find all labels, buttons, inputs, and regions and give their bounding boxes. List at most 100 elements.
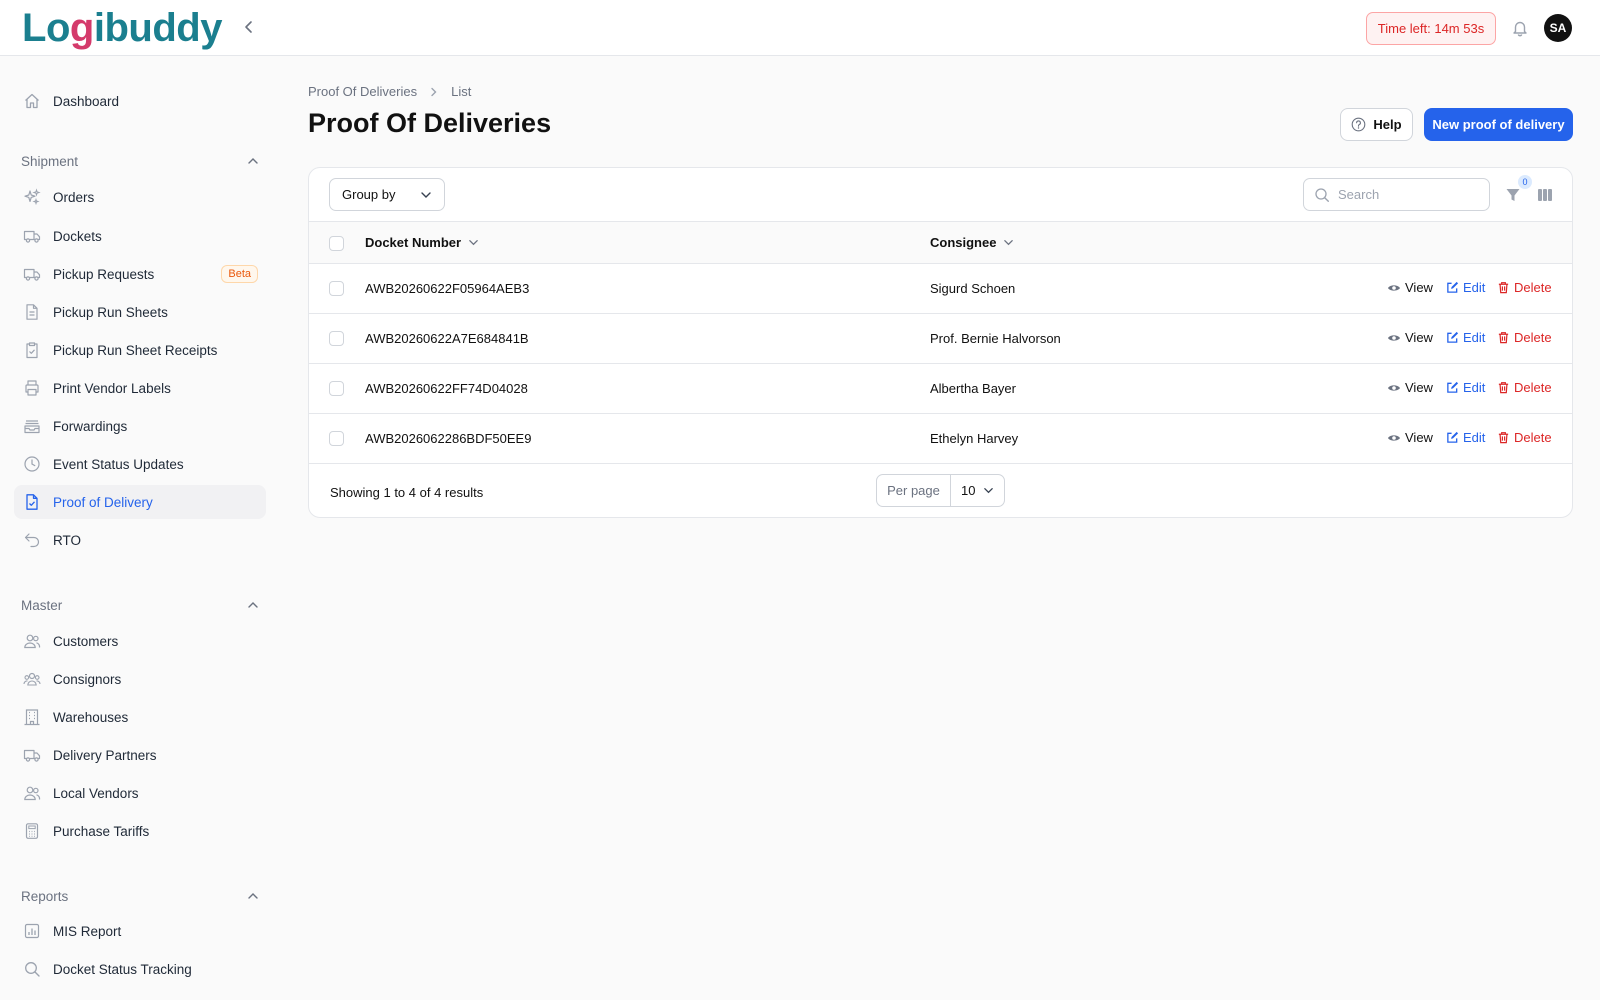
search-icon [1315, 187, 1329, 202]
help-label: Help [1373, 117, 1402, 132]
sidebar-item-label: Local Vendors [53, 785, 139, 801]
row-checkbox[interactable] [329, 331, 344, 346]
user-group-icon [22, 669, 42, 689]
sidebar-item-rto[interactable]: RTO [14, 523, 266, 557]
results-summary: Showing 1 to 4 of 4 results [330, 485, 484, 500]
view-button[interactable]: View [1387, 380, 1433, 395]
delete-button[interactable]: Delete [1497, 430, 1552, 445]
trash-icon [1497, 281, 1510, 294]
group-master[interactable]: Master [21, 594, 259, 616]
sidebar-item-delivery-partners[interactable]: Delivery Partners [14, 738, 266, 772]
select-all-checkbox[interactable] [329, 236, 344, 251]
group-reports[interactable]: Reports [21, 885, 259, 907]
pencil-square-icon [1446, 381, 1459, 394]
edit-label: Edit [1463, 280, 1486, 295]
users-icon [22, 783, 42, 803]
delete-button[interactable]: Delete [1497, 280, 1552, 295]
sidebar-item-pickup-run-sheet-receipts[interactable]: Pickup Run Sheet Receipts [14, 333, 266, 367]
group-shipment[interactable]: Shipment [21, 150, 259, 172]
view-button[interactable]: View [1387, 280, 1433, 295]
per-page-control: Per page 10 [876, 474, 1005, 507]
view-label: View [1405, 380, 1433, 395]
edit-button[interactable]: Edit [1446, 280, 1485, 295]
sidebar-item-purchase-tariffs[interactable]: Purchase Tariffs [14, 814, 266, 848]
sidebar-item-label: Delivery Partners [53, 747, 157, 763]
delete-button[interactable]: Delete [1497, 380, 1552, 395]
sidebar-item-customers[interactable]: Customers [14, 624, 266, 658]
sidebar-item-orders[interactable]: Orders [14, 180, 266, 214]
building-icon [22, 707, 42, 727]
breadcrumb-current: List [451, 84, 472, 99]
group-by-label: Group by [342, 187, 396, 202]
logo-letter: o [45, 6, 70, 50]
sidebar-item-forwardings[interactable]: Forwardings [14, 409, 266, 443]
sidebar-item-consignors[interactable]: Consignors [14, 662, 266, 696]
notifications-button[interactable] [1509, 17, 1531, 39]
sidebar-item-print-vendor-labels[interactable]: Print Vendor Labels [14, 371, 266, 405]
sidebar-item-label: Event Status Updates [53, 456, 184, 472]
consignee-cell: Sigurd Schoen [930, 281, 1016, 296]
column-header-docket-number[interactable]: Docket Number [365, 235, 479, 250]
view-label: View [1405, 430, 1433, 445]
edit-button[interactable]: Edit [1446, 330, 1485, 345]
truck-icon [22, 745, 42, 765]
sidebar-item-dockets[interactable]: Dockets [14, 219, 266, 253]
delete-label: Delete [1514, 330, 1552, 345]
edit-button[interactable]: Edit [1446, 380, 1485, 395]
return-arrow-icon [22, 530, 42, 550]
breadcrumb-link[interactable]: Proof Of Deliveries [308, 84, 417, 99]
funnel-icon [1506, 189, 1520, 201]
table-header: Docket Number Consignee [309, 221, 1572, 264]
sidebar-item-label: Purchase Tariffs [53, 823, 150, 839]
collapse-sidebar-button[interactable] [238, 16, 260, 38]
logo-text: Logibuddy [22, 6, 222, 50]
sidebar-item-mis-report[interactable]: MIS Report [14, 914, 266, 948]
columns-toggle-button[interactable] [1534, 184, 1556, 206]
sidebar-item-warehouses[interactable]: Warehouses [14, 700, 266, 734]
sidebar-item-label: Proof of Delivery [53, 494, 153, 510]
per-page-value: 10 [961, 483, 976, 498]
view-button[interactable]: View [1387, 430, 1433, 445]
row-checkbox[interactable] [329, 381, 344, 396]
eye-icon [1387, 431, 1401, 445]
chevron-down-icon [984, 488, 993, 494]
sidebar-item-label: Forwardings [53, 418, 128, 434]
bell-icon [1513, 21, 1527, 37]
sidebar-item-label: Docket Status Tracking [53, 961, 192, 977]
chart-bar-icon [22, 921, 42, 941]
new-proof-of-delivery-button[interactable]: New proof of delivery [1424, 108, 1573, 141]
sidebar-item-docket-status-tracking[interactable]: Docket Status Tracking [14, 952, 266, 986]
avatar[interactable]: SA [1544, 14, 1572, 42]
sidebar-item-proof-of-delivery[interactable]: Proof of Delivery [14, 485, 266, 519]
logo-letter: d [176, 6, 201, 50]
logo-letter: u [128, 6, 153, 50]
trash-icon [1497, 431, 1510, 444]
group-by-select[interactable]: Group by [329, 178, 445, 211]
delete-label: Delete [1514, 380, 1552, 395]
edit-button[interactable]: Edit [1446, 430, 1485, 445]
consignee-cell: Prof. Bernie Halvorson [930, 331, 1061, 346]
column-header-consignee[interactable]: Consignee [930, 235, 1014, 250]
delete-button[interactable]: Delete [1497, 330, 1552, 345]
logo[interactable]: Logibuddy [22, 5, 222, 51]
page-title: Proof Of Deliveries [308, 108, 552, 138]
sidebar-item-event-status-updates[interactable]: Event Status Updates [14, 447, 266, 481]
row-checkbox[interactable] [329, 281, 344, 296]
search-input[interactable] [1338, 187, 1478, 202]
view-button[interactable]: View [1387, 330, 1433, 345]
help-button[interactable]: Help [1340, 108, 1413, 141]
sidebar-item-label: Customers [53, 633, 119, 649]
sidebar-item-dashboard[interactable]: Dashboard [14, 84, 266, 118]
row-checkbox[interactable] [329, 431, 344, 446]
per-page-select[interactable]: 10 [951, 475, 1004, 506]
sidebar-item-pickup-requests[interactable]: Pickup Requests Beta [14, 257, 266, 291]
pencil-square-icon [1446, 331, 1459, 344]
docket-number-cell: AWB20260622F05964AEB3 [365, 281, 530, 296]
trash-icon [1497, 331, 1510, 344]
users-icon [22, 631, 42, 651]
view-label: View [1405, 330, 1433, 345]
document-check-icon [22, 492, 42, 512]
sidebar-item-local-vendors[interactable]: Local Vendors [14, 776, 266, 810]
sidebar-item-pickup-run-sheets[interactable]: Pickup Run Sheets [14, 295, 266, 329]
top-bar: Logibuddy Time left: 14m 53s SA [0, 0, 1600, 56]
